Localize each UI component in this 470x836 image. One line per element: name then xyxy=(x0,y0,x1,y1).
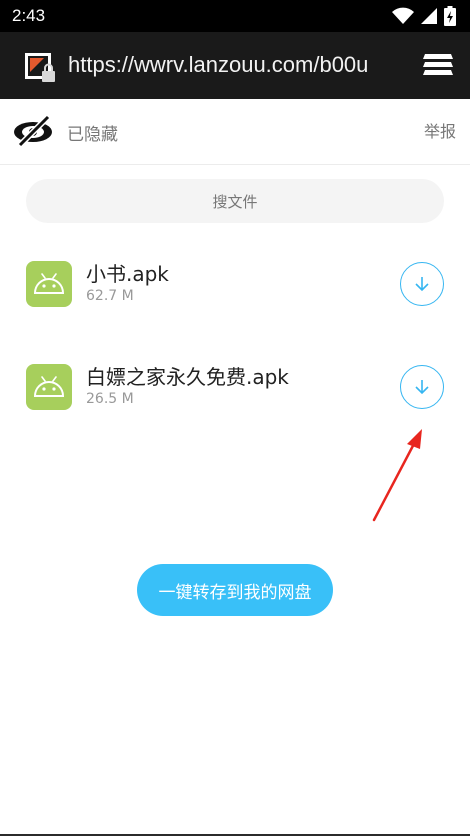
status-bar: 2:43 xyxy=(0,0,470,32)
wifi-icon xyxy=(392,7,414,24)
tabs-icon[interactable] xyxy=(422,52,454,80)
android-apk-icon xyxy=(26,261,72,307)
battery-charging-icon xyxy=(444,6,456,26)
file-size: 26.5 M xyxy=(86,391,134,407)
url-text[interactable]: https://wwrv.lanzouu.com/b00u xyxy=(68,52,398,78)
site-lock-icon[interactable] xyxy=(24,52,58,86)
download-arrow-icon xyxy=(415,277,429,292)
file-row[interactable]: 小书.apk 62.7 M xyxy=(26,258,446,318)
file-name[interactable]: 小书.apk xyxy=(86,258,169,287)
hidden-status-row: 已隐藏 举报 xyxy=(0,99,470,165)
browser-url-bar: https://wwrv.lanzouu.com/b00u xyxy=(0,32,470,99)
signal-icon xyxy=(421,8,437,24)
file-name[interactable]: 白嫖之家永久免费.apk xyxy=(86,361,289,390)
save-to-drive-label: 一键转存到我的网盘 xyxy=(158,582,312,603)
save-to-drive-button[interactable]: 一键转存到我的网盘 xyxy=(137,564,333,616)
search-label: 搜文件 xyxy=(212,192,258,211)
annotation-arrow-icon xyxy=(372,429,422,522)
report-link[interactable]: 举报 xyxy=(424,118,456,142)
search-files-box[interactable]: 搜文件 xyxy=(26,179,444,223)
download-button[interactable] xyxy=(400,365,444,409)
status-icons xyxy=(392,6,456,26)
status-time: 2:43 xyxy=(12,6,46,25)
file-row[interactable]: 白嫖之家永久免费.apk 26.5 M xyxy=(26,361,446,421)
android-apk-icon xyxy=(26,364,72,410)
file-size: 62.7 M xyxy=(86,288,134,304)
download-button[interactable] xyxy=(400,262,444,306)
hidden-label: 已隐藏 xyxy=(67,125,118,145)
eye-off-icon[interactable] xyxy=(12,113,54,149)
download-arrow-icon xyxy=(415,380,429,395)
